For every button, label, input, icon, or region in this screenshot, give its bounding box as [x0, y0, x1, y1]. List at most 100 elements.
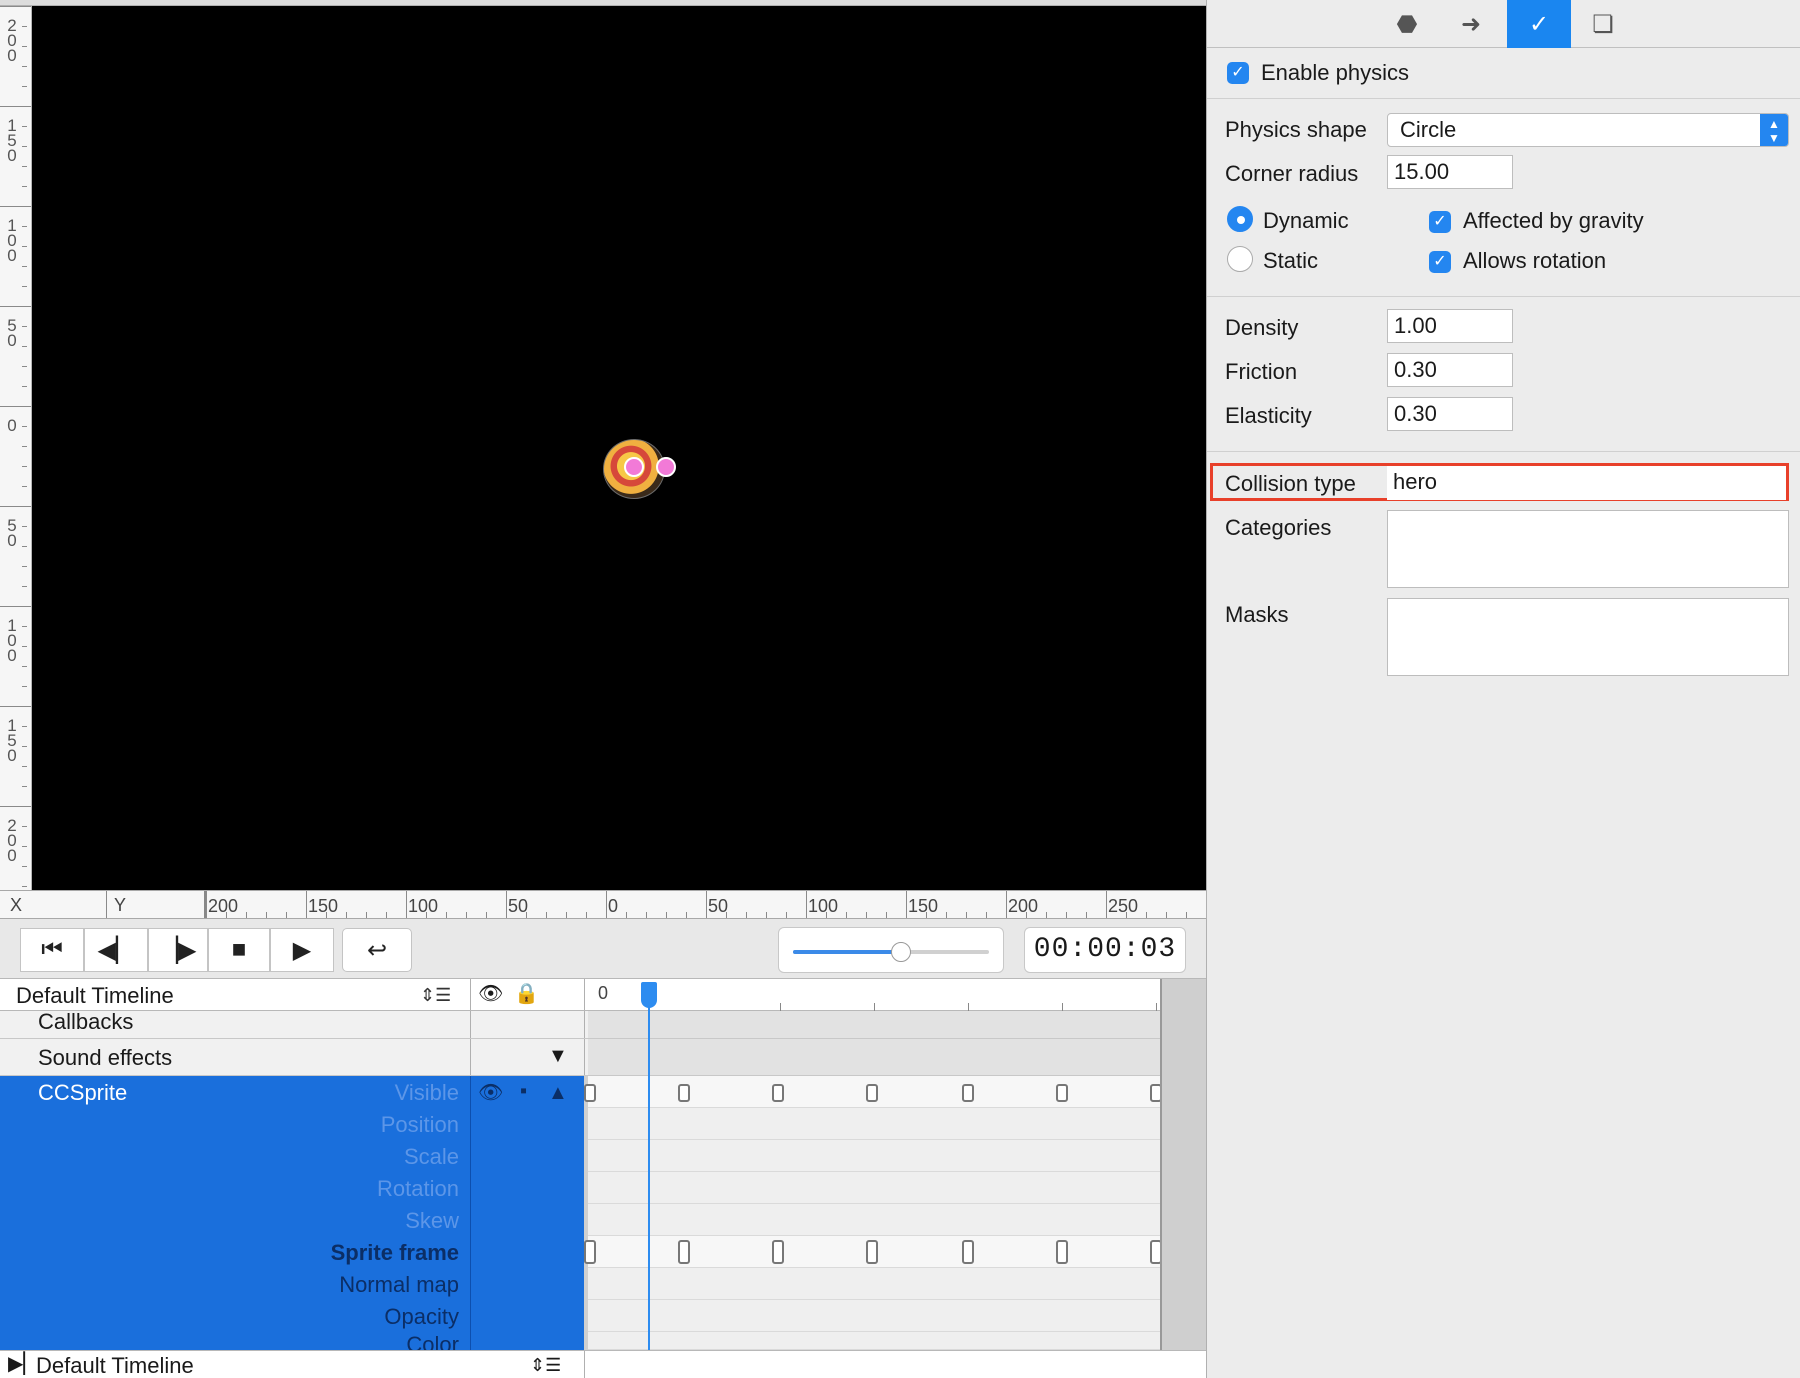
- physics-handle[interactable]: [624, 457, 644, 477]
- vertical-ruler-tick: [0, 106, 31, 107]
- ccsprite-track[interactable]: [584, 1076, 1162, 1350]
- chevron-up-down-icon[interactable]: ▲ ▼: [1760, 114, 1788, 146]
- sprite-frame-keyframe[interactable]: [1056, 1240, 1068, 1264]
- expand-triangle-icon[interactable]: ▼: [548, 1045, 568, 1068]
- ccsprite-row[interactable]: CCSprite 👁 ▪ ▲ Visible Position Scale Ro…: [0, 1076, 588, 1350]
- horizontal-ruler-tick: [826, 912, 827, 918]
- keyframe[interactable]: [1056, 1084, 1068, 1102]
- playhead[interactable]: [648, 982, 650, 1350]
- vertical-ruler-tick: [22, 266, 27, 267]
- property-position[interactable]: Position: [381, 1112, 459, 1138]
- categories-field[interactable]: [1387, 510, 1789, 588]
- physics-radius-handle[interactable]: [656, 457, 676, 477]
- inspector-tab-physics[interactable]: ✓: [1507, 0, 1571, 48]
- physics-shape-select[interactable]: Circle ▲ ▼: [1387, 113, 1789, 147]
- horizontal-ruler-tick: [326, 912, 327, 918]
- property-opacity[interactable]: Opacity: [384, 1304, 459, 1330]
- sound-effects-row[interactable]: Sound effects ▼: [0, 1039, 1206, 1076]
- skip-to-start-button[interactable]: ⏮: [20, 928, 84, 972]
- vertical-ruler-tick: [22, 686, 27, 687]
- timeline-menu-icon[interactable]: ⇕☰: [420, 985, 451, 1006]
- property-rotation[interactable]: Rotation: [377, 1176, 459, 1202]
- horizontal-ruler-tick: [1146, 912, 1147, 918]
- vertical-ruler-tick: [22, 546, 27, 547]
- elasticity-field[interactable]: 0.30: [1387, 397, 1513, 431]
- property-sprite-frame[interactable]: Sprite frame: [331, 1240, 459, 1266]
- sound-effects-track[interactable]: [588, 1039, 1160, 1075]
- horizontal-ruler-tick: [1186, 912, 1187, 918]
- elasticity-label: Elasticity: [1225, 403, 1312, 428]
- stage-canvas[interactable]: [32, 6, 1206, 890]
- lock-icon[interactable]: 🔒: [514, 981, 539, 1006]
- masks-label: Masks: [1225, 602, 1289, 627]
- gravity-checkbox[interactable]: ✓: [1429, 211, 1451, 233]
- static-radio[interactable]: [1227, 246, 1253, 272]
- position-lane[interactable]: [588, 1108, 1160, 1140]
- vertical-ruler-tick: [22, 66, 27, 67]
- playhead-handle[interactable]: [641, 982, 657, 1008]
- sprite-frame-keyframe[interactable]: [678, 1240, 690, 1264]
- property-color[interactable]: Color: [406, 1334, 459, 1350]
- vertical-ruler-label: 100: [7, 216, 17, 265]
- keyframe[interactable]: [866, 1084, 878, 1102]
- visible-eye-icon[interactable]: 👁: [478, 1080, 503, 1105]
- dynamic-radio[interactable]: [1227, 206, 1253, 232]
- inspector-tab-node-properties[interactable]: ⬣: [1375, 0, 1439, 48]
- property-skew[interactable]: Skew: [405, 1208, 459, 1234]
- stop-button[interactable]: ■: [208, 928, 270, 972]
- inspector-panel: ⬣ ➜ ✓ ❏ ✓ Enable physics Physics shape Circ…: [1206, 0, 1800, 1378]
- horizontal-ruler-tick: [406, 891, 407, 918]
- timeline-toggle-icon[interactable]: ▶▏: [8, 1351, 39, 1376]
- sprite-frame-keyframe[interactable]: [866, 1240, 878, 1264]
- keyframe[interactable]: [584, 1084, 596, 1102]
- vertical-ruler-tick: [22, 326, 27, 327]
- callbacks-row[interactable]: Callbacks: [0, 1009, 1206, 1039]
- slider-track[interactable]: [793, 942, 989, 962]
- scale-lane[interactable]: [588, 1140, 1160, 1172]
- play-button[interactable]: ▶︎: [270, 928, 334, 972]
- keyframe[interactable]: [772, 1084, 784, 1102]
- vertical-ruler-label: 100: [7, 616, 17, 665]
- color-lane[interactable]: [588, 1332, 1160, 1350]
- callbacks-track[interactable]: [588, 1011, 1160, 1038]
- enable-physics-checkbox[interactable]: ✓: [1227, 62, 1249, 84]
- opacity-lane[interactable]: [588, 1300, 1160, 1332]
- loop-button[interactable]: ↩: [342, 928, 412, 972]
- skew-lane[interactable]: [588, 1204, 1160, 1236]
- sprite-frame-keyframe[interactable]: [772, 1240, 784, 1264]
- property-visible[interactable]: Visible: [395, 1080, 459, 1106]
- inspector-tab-code-connections[interactable]: ➜: [1439, 0, 1503, 48]
- timeline-ruler[interactable]: 0: [588, 979, 1160, 1011]
- lock-dot-icon[interactable]: ▪: [520, 1080, 527, 1103]
- eye-icon[interactable]: 👁: [478, 981, 503, 1006]
- timeline-name[interactable]: Default Timeline: [16, 983, 174, 1009]
- property-scale[interactable]: Scale: [404, 1144, 459, 1170]
- collision-type-field[interactable]: hero: [1387, 466, 1786, 500]
- normal-map-lane[interactable]: [588, 1268, 1160, 1300]
- property-normal-map[interactable]: Normal map: [339, 1272, 459, 1298]
- horizontal-ruler-tick: [666, 912, 667, 918]
- footer-menu-icon[interactable]: ⇕☰: [530, 1355, 561, 1376]
- horizontal-ruler-tick: [266, 912, 267, 918]
- horizontal-ruler-tick: [726, 912, 727, 918]
- horizontal-ruler-tick: [306, 891, 307, 918]
- step-back-button[interactable]: ◀︎▏: [84, 928, 148, 972]
- corner-radius-field[interactable]: 15.00: [1387, 155, 1513, 189]
- friction-field[interactable]: 0.30: [1387, 353, 1513, 387]
- footer-timeline-name[interactable]: Default Timeline: [36, 1353, 194, 1378]
- rotation-lane[interactable]: [588, 1172, 1160, 1204]
- vertical-ruler-tick: [22, 426, 27, 427]
- slider-knob[interactable]: [890, 942, 911, 962]
- timeline-zoom-slider[interactable]: [778, 927, 1004, 973]
- allows-rotation-checkbox[interactable]: ✓: [1429, 251, 1451, 273]
- density-label: Density: [1225, 315, 1299, 340]
- sprite-frame-keyframe[interactable]: [962, 1240, 974, 1264]
- keyframe[interactable]: [678, 1084, 690, 1102]
- keyframe[interactable]: [962, 1084, 974, 1102]
- sprite-frame-keyframe[interactable]: [584, 1240, 596, 1264]
- step-forward-button[interactable]: ▕▶︎: [148, 928, 208, 972]
- masks-field[interactable]: [1387, 598, 1789, 676]
- inspector-tab-templates[interactable]: ❏: [1571, 0, 1635, 48]
- collapse-triangle-icon[interactable]: ▲: [548, 1082, 568, 1105]
- density-field[interactable]: 1.00: [1387, 309, 1513, 343]
